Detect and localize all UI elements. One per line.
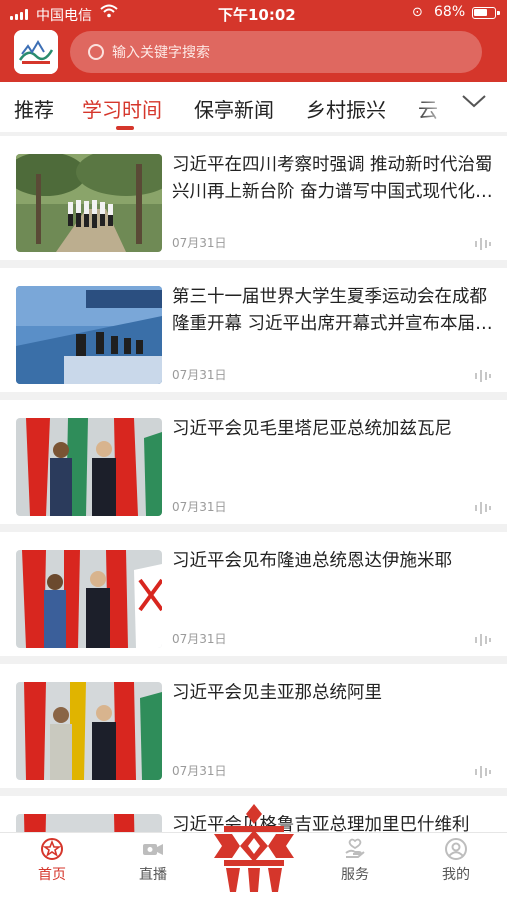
nav-label: 我的 bbox=[442, 867, 470, 883]
news-thumbnail bbox=[16, 286, 162, 384]
news-title[interactable]: 习近平会见布隆迪总统恩达伊施米耶 bbox=[172, 548, 494, 575]
clock: 下午10:02 bbox=[218, 6, 296, 24]
news-title[interactable]: 习近平会见圭亚那总统阿里 bbox=[172, 680, 494, 707]
nav-service[interactable]: 服务 bbox=[315, 833, 395, 900]
nav-home[interactable]: 首页 bbox=[12, 833, 92, 900]
news-thumbnail bbox=[16, 682, 162, 780]
nav-profile[interactable]: 我的 bbox=[416, 833, 496, 900]
tab-study-time[interactable]: 学习时间 bbox=[82, 94, 162, 123]
news-title[interactable]: 第三十一届世界大学生夏季运动会在成都隆重开幕 习近平出席开幕式并宣布本届大运会开… bbox=[172, 284, 494, 338]
active-tab-indicator bbox=[116, 126, 134, 130]
nav-label: 服务 bbox=[341, 867, 369, 883]
news-title[interactable]: 习近平在四川考察时强调 推动新时代治蜀兴川再上新台阶 奋力谱写中国式现代化四川新… bbox=[172, 152, 494, 206]
audio-wave-icon[interactable] bbox=[474, 632, 492, 646]
news-thumbnail bbox=[16, 154, 162, 252]
tab-baoting-news[interactable]: 保亭新闻 bbox=[194, 94, 274, 123]
list-item[interactable]: 习近平会见毛里塔尼亚总统加兹瓦尼 07月31日 bbox=[0, 400, 507, 524]
list-item[interactable]: 第三十一届世界大学生夏季运动会在成都隆重开幕 习近平出席开幕式并宣布本届大运会开… bbox=[0, 268, 507, 392]
service-hand-icon bbox=[345, 838, 365, 858]
news-feed: 习近平在四川考察时强调 推动新时代治蜀兴川再上新台阶 奋力谱写中国式现代化四川新… bbox=[0, 132, 507, 832]
news-date: 07月31日 bbox=[172, 764, 227, 778]
app-logo[interactable] bbox=[14, 30, 58, 74]
audio-wave-icon[interactable] bbox=[474, 368, 492, 382]
list-item[interactable]: 习近平会见圭亚那总统阿里 07月31日 bbox=[0, 664, 507, 788]
nav-label: 首页 bbox=[38, 867, 66, 883]
news-date: 07月31日 bbox=[172, 500, 227, 514]
rotation-lock-icon: ⊙ bbox=[412, 5, 423, 20]
tab-recommend[interactable]: 推荐 bbox=[14, 94, 54, 123]
news-date: 07月31日 bbox=[172, 368, 227, 382]
channel-tabs: 推荐 学习时间 保亭新闻 乡村振兴 云 bbox=[0, 82, 507, 132]
audio-wave-icon[interactable] bbox=[474, 764, 492, 778]
search-bar[interactable]: 输入关键字搜索 bbox=[70, 31, 482, 73]
news-date: 07月31日 bbox=[172, 632, 227, 646]
audio-wave-icon[interactable] bbox=[474, 500, 492, 514]
wifi-icon bbox=[100, 4, 118, 22]
news-thumbnail bbox=[16, 814, 162, 832]
list-item[interactable]: 习近平在四川考察时强调 推动新时代治蜀兴川再上新台阶 奋力谱写中国式现代化四川新… bbox=[0, 136, 507, 260]
profile-icon bbox=[445, 838, 467, 860]
tabs-fade bbox=[414, 82, 507, 132]
center-emblem-icon[interactable] bbox=[206, 800, 302, 896]
app-header: 中国电信 下午10:02 ⊙ 68% 输入关键字搜索 bbox=[0, 0, 507, 82]
status-bar: 中国电信 下午10:02 ⊙ 68% bbox=[0, 0, 507, 28]
nav-label: 直播 bbox=[139, 867, 167, 883]
home-star-icon bbox=[41, 838, 63, 860]
signal-icon bbox=[10, 9, 28, 20]
search-icon bbox=[88, 44, 104, 60]
audio-wave-icon[interactable] bbox=[474, 236, 492, 250]
carrier-label: 中国电信 bbox=[36, 8, 92, 24]
chevron-down-icon[interactable] bbox=[462, 90, 486, 114]
live-camera-icon bbox=[143, 844, 163, 855]
news-date: 07月31日 bbox=[172, 236, 227, 250]
news-thumbnail bbox=[16, 550, 162, 648]
nav-live[interactable]: 直播 bbox=[113, 833, 193, 900]
tab-rural-revitalization[interactable]: 乡村振兴 bbox=[306, 94, 386, 123]
battery-icon bbox=[472, 7, 500, 19]
news-title[interactable]: 习近平会见毛里塔尼亚总统加兹瓦尼 bbox=[172, 416, 494, 443]
news-thumbnail bbox=[16, 418, 162, 516]
list-item[interactable]: 习近平会见布隆迪总统恩达伊施米耶 07月31日 bbox=[0, 532, 507, 656]
battery-percent: 68% bbox=[434, 4, 466, 20]
search-placeholder[interactable]: 输入关键字搜索 bbox=[112, 42, 210, 62]
